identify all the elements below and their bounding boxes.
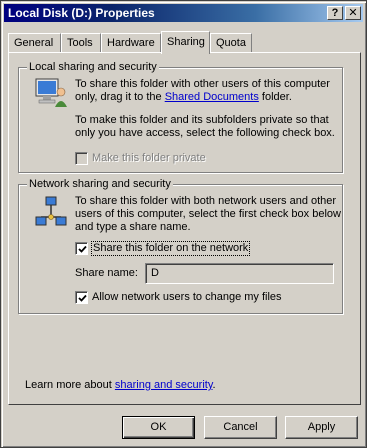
local-para1-line2: only, drag it to the Shared Documents fo… (75, 91, 292, 104)
checkmark-icon (78, 245, 87, 253)
learn-more-prefix: Learn more about (25, 379, 115, 391)
sharing-security-link[interactable]: sharing and security (115, 379, 213, 391)
learn-more-text: Learn more about sharing and security. (25, 379, 216, 392)
tab-general[interactable]: General (8, 33, 61, 52)
close-button[interactable]: ✕ (345, 6, 361, 20)
help-icon: ? (331, 7, 339, 19)
checkmark-icon (78, 294, 87, 302)
apply-button[interactable]: Apply (285, 416, 358, 439)
share-folder-label[interactable]: Share this folder on the network (90, 241, 251, 256)
network-sharing-heading: Network sharing and security (27, 178, 173, 190)
tab-tools[interactable]: Tools (61, 33, 101, 52)
tab-general-label: General (14, 37, 54, 49)
local-para2-line1: To make this folder and its subfolders p… (75, 114, 329, 126)
tab-hardware[interactable]: Hardware (101, 33, 161, 52)
tab-hardware-label: Hardware (107, 37, 155, 49)
network-para-line2: users of this computer, select the first… (75, 208, 341, 220)
cancel-button-label: Cancel (223, 421, 258, 433)
local-sharing-icon (35, 77, 69, 112)
apply-button-label: Apply (307, 421, 336, 433)
title-bar[interactable]: Local Disk (D:) Properties ? ✕ (4, 4, 363, 22)
tab-tools-label: Tools (67, 37, 93, 49)
tab-sharing[interactable]: Sharing (161, 31, 210, 54)
close-icon: ✕ (348, 7, 358, 19)
network-sharing-icon (35, 195, 67, 230)
learn-more-suffix: . (212, 379, 216, 391)
properties-dialog: Local Disk (D:) Properties ? ✕ General T… (0, 0, 367, 448)
allow-change-label: Allow network users to change my files (92, 291, 282, 303)
share-name-value: D (151, 267, 159, 279)
share-name-label: Share name: (75, 267, 138, 279)
ok-button-label: OK (150, 421, 167, 433)
shared-documents-link[interactable]: Shared Documents (165, 91, 259, 103)
local-para1-suffix: folder. (258, 91, 292, 103)
share-name-field[interactable]: D (145, 263, 334, 284)
local-sharing-heading: Local sharing and security (27, 61, 159, 73)
make-private-label: Make this folder private (92, 152, 206, 164)
tab-quota-label: Quota (216, 37, 246, 49)
network-para-line1: To share this folder with both network u… (75, 195, 337, 207)
share-folder-checkbox[interactable] (75, 242, 88, 255)
cancel-button[interactable]: Cancel (204, 416, 277, 439)
ok-button[interactable]: OK (122, 416, 195, 439)
allow-change-checkbox[interactable] (75, 291, 88, 304)
network-para-line3: and type a share name. (75, 221, 191, 233)
window-title: Local Disk (D:) Properties (8, 6, 155, 20)
tab-quota[interactable]: Quota (210, 33, 252, 52)
help-button[interactable]: ? (327, 6, 343, 20)
local-para2-line2: only you have access, select the followi… (75, 127, 335, 139)
local-para1-prefix: only, drag it to the (75, 91, 165, 103)
local-para1-line1: To share this folder with other users of… (75, 78, 330, 90)
make-private-checkbox[interactable] (75, 152, 88, 165)
tab-sharing-label: Sharing (167, 36, 205, 48)
